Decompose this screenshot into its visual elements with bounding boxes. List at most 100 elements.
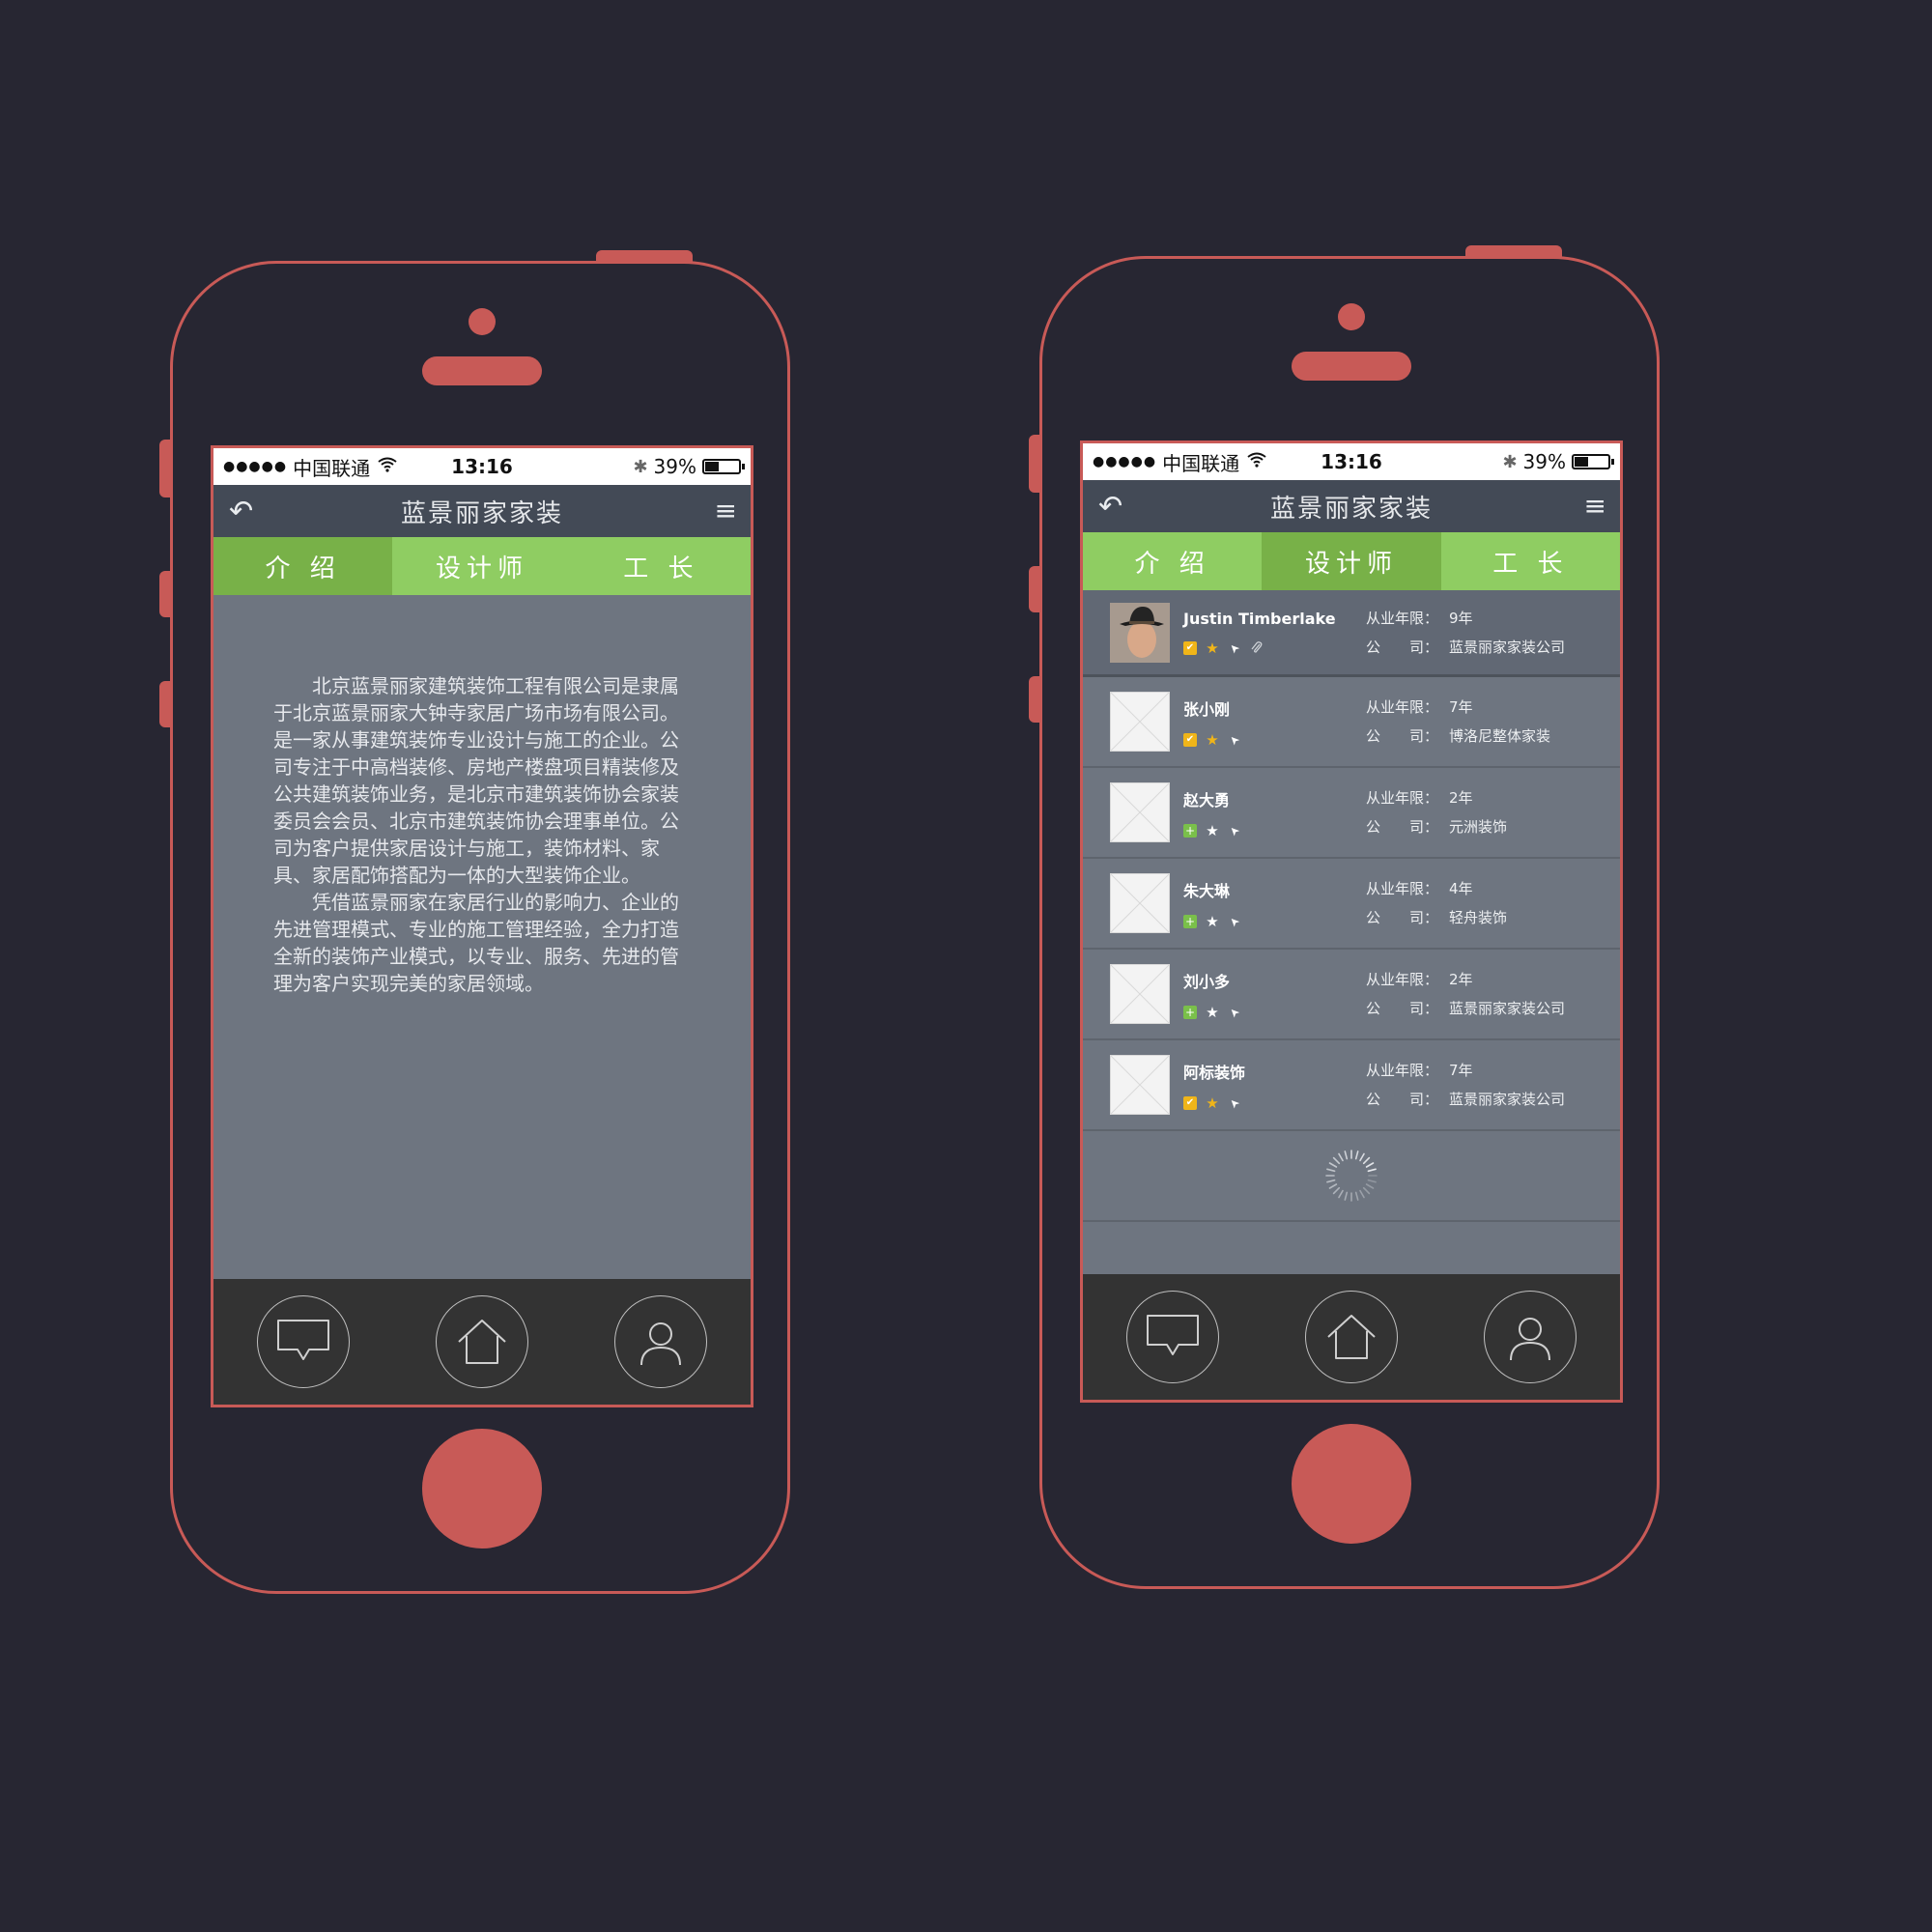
experience-label: 从业年限： xyxy=(1366,789,1439,807)
experience-line: 从业年限： 2年 xyxy=(1366,783,1507,812)
message-bubble-icon xyxy=(276,1320,329,1360)
carrier-name: 中国联通 xyxy=(293,456,371,480)
front-camera xyxy=(469,308,496,335)
designer-meta: 从业年限： 2年公 司： 元洲装饰 xyxy=(1366,783,1507,841)
phone-frame-designers: ●●●●● 中国联通 13:16 ✱ 39% ↶ 蓝景丽家家装 ≡ 介 绍 设计… xyxy=(1029,245,1660,1589)
designer-row[interactable]: 张小刚 ✔ ★ ➤ 从业年限： 7年公 司： 博洛尼整体家装 xyxy=(1083,677,1620,768)
home-icon xyxy=(458,1320,506,1364)
avatar-placeholder xyxy=(1110,873,1170,933)
company-value: 蓝景丽家家装公司 xyxy=(1449,1000,1566,1017)
tab-foreman[interactable]: 工 长 xyxy=(571,537,751,595)
star-icon[interactable]: ★ xyxy=(1206,1096,1219,1111)
designer-info: 阿标装饰 ✔ ★ ➤ xyxy=(1183,1060,1357,1113)
hamburger-menu-icon[interactable]: ≡ xyxy=(1584,490,1606,522)
home-tab-button[interactable] xyxy=(435,1295,528,1388)
tab-designers[interactable]: 设计师 xyxy=(1262,532,1441,590)
power-button xyxy=(596,250,693,264)
message-bubble-icon xyxy=(1146,1315,1199,1355)
intro-paragraph: 凭借蓝景丽家在家居行业的影响力、企业的先进管理模式、专业的施工管理经验，全力打造… xyxy=(273,891,679,995)
company-value: 蓝景丽家家装公司 xyxy=(1449,638,1566,656)
cursor-arrow-icon[interactable]: ➤ xyxy=(1225,1003,1244,1022)
add-plus-icon[interactable]: + xyxy=(1183,824,1197,838)
tab-intro[interactable]: 介 绍 xyxy=(213,537,393,595)
cursor-arrow-icon[interactable]: ➤ xyxy=(1225,821,1244,840)
home-button[interactable] xyxy=(1292,1424,1411,1544)
designer-name: Justin Timberlake xyxy=(1183,610,1336,628)
user-profile-icon xyxy=(640,1322,682,1366)
company-line: 公 司： 蓝景丽家家装公司 xyxy=(1366,994,1565,1023)
star-icon[interactable]: ★ xyxy=(1206,915,1219,929)
designer-info: Justin Timberlake ✔ ★ ➤ xyxy=(1183,610,1357,658)
navigation-bar: ↶ 蓝景丽家家装 ≡ xyxy=(213,485,751,537)
company-label: 公 司： xyxy=(1366,909,1439,926)
star-icon[interactable]: ★ xyxy=(1206,641,1219,656)
designer-row[interactable]: 刘小多 + ★ ➤ 从业年限： 2年公 司： 蓝景丽家家装公司 xyxy=(1083,950,1620,1040)
tab-foreman[interactable]: 工 长 xyxy=(1440,532,1620,590)
volume-up-button xyxy=(1029,566,1039,612)
add-plus-icon[interactable]: + xyxy=(1183,1006,1197,1019)
experience-line: 从业年限： 4年 xyxy=(1366,874,1507,903)
loading-spinner xyxy=(1083,1131,1620,1222)
verified-check-icon[interactable]: ✔ xyxy=(1183,1096,1197,1110)
profile-button[interactable] xyxy=(614,1295,708,1388)
message-button[interactable] xyxy=(1125,1291,1219,1383)
hamburger-menu-icon[interactable]: ≡ xyxy=(715,495,737,526)
company-value: 蓝景丽家家装公司 xyxy=(1449,1091,1566,1108)
designer-meta: 从业年限： 7年公 司： 博洛尼整体家装 xyxy=(1366,693,1550,751)
experience-line: 从业年限： 2年 xyxy=(1366,965,1565,994)
experience-label: 从业年限： xyxy=(1366,1062,1439,1079)
cursor-arrow-icon[interactable]: ➤ xyxy=(1225,639,1244,658)
star-icon[interactable]: ★ xyxy=(1206,824,1219,838)
screen-intro: ●●●●● 中国联通 13:16 ✱ 39% ↶ 蓝景丽家家装 ≡ 介 绍 设计… xyxy=(211,445,753,1407)
designer-name: 阿标装饰 xyxy=(1183,1064,1246,1082)
profile-button[interactable] xyxy=(1484,1291,1577,1383)
front-camera xyxy=(1338,303,1365,330)
battery-percent: 39% xyxy=(1522,450,1566,473)
designer-row[interactable]: 朱大琳 + ★ ➤ 从业年限： 4年公 司： 轻舟装饰 xyxy=(1083,859,1620,950)
company-line: 公 司： 轻舟装饰 xyxy=(1366,903,1507,932)
earpiece-speaker xyxy=(1292,352,1411,381)
designer-meta: 从业年限： 7年公 司： 蓝景丽家家装公司 xyxy=(1366,1056,1565,1114)
add-plus-icon[interactable]: + xyxy=(1183,915,1197,928)
star-icon[interactable]: ★ xyxy=(1206,733,1219,748)
designer-row[interactable]: 赵大勇 + ★ ➤ 从业年限： 2年公 司： 元洲装饰 xyxy=(1083,768,1620,859)
avatar-placeholder xyxy=(1110,692,1170,752)
attachment-clip-icon[interactable] xyxy=(1250,641,1264,655)
bluetooth-icon: ✱ xyxy=(633,456,648,477)
battery-icon xyxy=(702,459,745,474)
status-bar: ●●●●● 中国联通 13:16 ✱ 39% xyxy=(1083,443,1620,480)
back-arrow-icon[interactable]: ↶ xyxy=(229,495,253,528)
designer-row[interactable]: Justin Timberlake ✔ ★ ➤ 从业年限： 9年公 司： 蓝景丽家家装公司 xyxy=(1083,590,1620,677)
cursor-arrow-icon[interactable]: ➤ xyxy=(1225,730,1244,750)
battery-percent: 39% xyxy=(653,455,696,478)
experience-label: 从业年限： xyxy=(1366,880,1439,897)
designer-photo xyxy=(1110,602,1170,663)
experience-line: 从业年限： 7年 xyxy=(1366,693,1550,722)
segment-tabs: 介 绍 设计师 工 长 xyxy=(213,537,751,595)
verified-check-icon[interactable]: ✔ xyxy=(1183,733,1197,747)
experience-value: 4年 xyxy=(1449,880,1473,897)
company-label: 公 司： xyxy=(1366,818,1439,836)
company-label: 公 司： xyxy=(1366,727,1439,745)
star-icon[interactable]: ★ xyxy=(1206,1006,1219,1020)
cursor-arrow-icon[interactable]: ➤ xyxy=(1225,912,1244,931)
tab-designers[interactable]: 设计师 xyxy=(392,537,572,595)
home-icon xyxy=(1327,1315,1376,1359)
verified-check-icon[interactable]: ✔ xyxy=(1183,641,1197,655)
designer-meta: 从业年限： 9年公 司： 蓝景丽家家装公司 xyxy=(1366,604,1565,662)
cursor-arrow-icon[interactable]: ➤ xyxy=(1225,1094,1244,1113)
company-line: 公 司： 元洲装饰 xyxy=(1366,812,1507,841)
page-title: 蓝景丽家家装 xyxy=(400,498,563,528)
home-button[interactable] xyxy=(422,1429,542,1548)
navigation-bar: ↶ 蓝景丽家家装 ≡ xyxy=(1083,480,1620,532)
back-arrow-icon[interactable]: ↶ xyxy=(1098,490,1122,524)
designer-name: 刘小多 xyxy=(1183,973,1231,991)
tab-intro[interactable]: 介 绍 xyxy=(1083,532,1263,590)
experience-value: 9年 xyxy=(1449,609,1473,627)
wifi-icon xyxy=(378,457,397,477)
designer-row[interactable]: 阿标装饰 ✔ ★ ➤ 从业年限： 7年公 司： 蓝景丽家家装公司 xyxy=(1083,1040,1620,1131)
home-tab-button[interactable] xyxy=(1304,1291,1398,1383)
avatar-placeholder xyxy=(1110,1055,1170,1115)
designer-badges: + ★ ➤ xyxy=(1183,1003,1357,1022)
message-button[interactable] xyxy=(256,1295,350,1388)
